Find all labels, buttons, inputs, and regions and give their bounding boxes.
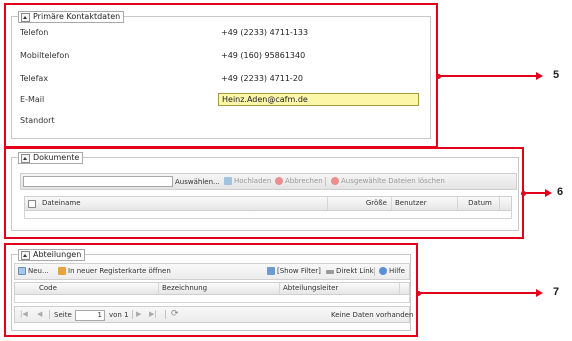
new-document-icon [18,267,26,275]
upload-label: Hochladen [234,177,272,185]
page-count-label: von 1 [109,311,129,319]
toolbar-separator [374,267,375,276]
select-all-checkbox[interactable] [28,200,36,208]
page-number-input[interactable]: 1 [75,310,105,321]
prev-page-icon[interactable]: ◀ [37,310,42,318]
column-filename[interactable]: Dateiname [39,197,328,210]
new-label: Neu... [28,267,49,275]
open-new-tab-label: In neuer Registerkarte öffnen [68,267,171,275]
documents-legend-label: Dokumente [33,153,80,162]
first-page-icon[interactable]: |◀ [20,310,28,318]
contact-legend-label: Primäre Kontaktdaten [33,12,121,21]
documents-grid-body [24,211,512,219]
departments-legend-label: Abteilungen [33,250,82,259]
callout-arrow-6 [545,189,552,197]
callout-number-5: 5 [553,69,560,81]
help-label: Hilfe [389,267,405,275]
email-field[interactable]: Heinz.Aden@cafm.de [218,93,419,106]
column-user[interactable]: Benutzer [392,197,458,210]
departments-toolbar: Neu... In neuer Registerkarte öffnen [Sh… [14,263,410,280]
delete-selected-label: Ausgewählte Dateien löschen [341,177,445,185]
column-department-head[interactable]: Abteilungsleiter [280,283,400,294]
column-size[interactable]: Größe [328,197,392,210]
mobile-label: Mobiltelefon [20,51,70,60]
callout-number-6: 6 [557,186,564,198]
page-label: Seite [54,311,72,319]
upload-icon [224,177,232,185]
upload-button[interactable]: Hochladen [224,177,271,185]
callout-arrow-7 [536,289,543,297]
empty-data-text: Keine Daten vorhanden [331,311,414,319]
link-icon [326,270,334,274]
collapse-icon[interactable] [21,250,30,260]
column-code[interactable]: Code [15,283,159,294]
collapse-icon[interactable] [21,12,30,22]
phone-label: Telefon [20,28,49,37]
callout-number-7: 7 [553,286,560,298]
departments-legend[interactable]: Abteilungen [18,249,86,261]
new-button[interactable]: Neu... [18,267,49,275]
callout-line-5 [438,75,537,77]
delete-icon [331,177,339,185]
direct-link-label: Direkt Link [336,267,374,275]
email-label: E-Mail [20,95,45,104]
callout-line-7 [418,292,537,294]
direct-link-button[interactable]: Direkt Link [326,267,374,275]
phone-value: +49 (2233) 4711-133 [221,28,309,37]
documents-fieldset: Dokumente [11,152,519,231]
collapse-icon[interactable] [21,153,30,163]
pager-separator [165,310,166,319]
departments-grid-body [14,295,410,303]
open-new-tab-button[interactable]: In neuer Registerkarte öffnen [58,267,171,275]
column-designation[interactable]: Bezeichnung [159,283,280,294]
location-label: Standort [20,116,55,125]
delete-selected-button[interactable]: Ausgewählte Dateien löschen [331,177,445,185]
refresh-icon[interactable]: ⟳ [171,309,179,319]
pager-separator [132,310,133,319]
documents-toolbar: Auswählen... Hochladen Abbrechen Ausgewä… [20,173,517,190]
help-button[interactable]: Hilfe [379,267,405,275]
fax-label: Telefax [20,74,49,83]
documents-legend[interactable]: Dokumente [18,152,84,164]
cancel-label: Abbrechen [285,177,323,185]
fax-value: +49 (2233) 4711-20 [221,74,303,83]
toolbar-separator [325,177,326,186]
show-filter-label: [Show Filter] [277,267,321,275]
open-tab-icon [58,267,66,275]
callout-arrow-5 [536,72,543,80]
callout-line-6 [523,192,546,194]
column-date[interactable]: Datum [458,197,500,210]
departments-grid-header: Code Bezeichnung Abteilungsleiter [14,282,410,295]
departments-pager: |◀ ◀ Seite 1 von 1 ▶ ▶| ⟳ Keine Daten vo… [14,306,414,323]
pager-separator [49,310,50,319]
choose-button[interactable]: Auswählen... [175,178,220,186]
filter-icon [267,267,275,275]
contact-legend[interactable]: Primäre Kontaktdaten [18,11,125,23]
next-page-icon[interactable]: ▶ [136,310,141,318]
documents-grid-header: Dateiname Größe Benutzer Datum [24,196,512,211]
mobile-value: +49 (160) 95861340 [221,51,306,60]
help-icon [379,267,387,275]
cancel-icon [275,177,283,185]
last-page-icon[interactable]: ▶| [149,310,157,318]
file-path-input[interactable] [23,176,173,187]
cancel-button[interactable]: Abbrechen [275,177,323,185]
show-filter-button[interactable]: [Show Filter] [267,267,321,275]
